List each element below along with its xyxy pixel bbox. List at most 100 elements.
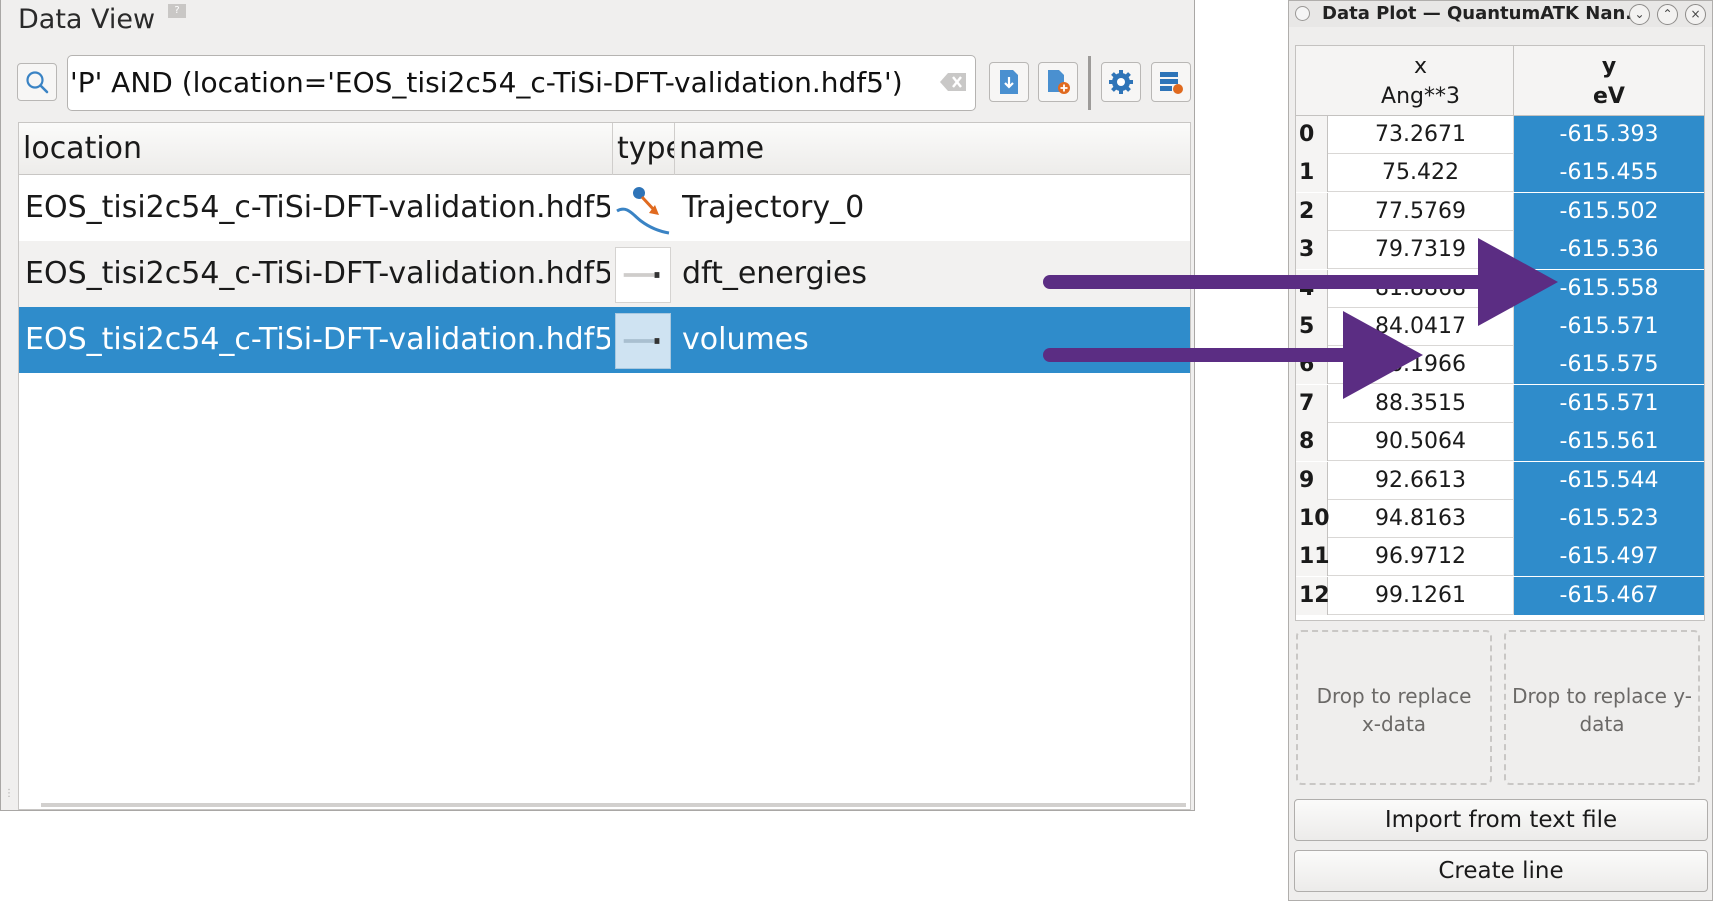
y-cell[interactable]: -615.502 <box>1514 192 1704 231</box>
table-header: location type name <box>19 123 1190 175</box>
row-index: 7 <box>1296 384 1328 423</box>
y-header-unit: eV <box>1593 84 1625 109</box>
y-header-name: y <box>1601 54 1617 79</box>
close-icon[interactable]: × <box>1685 4 1706 25</box>
x-cell[interactable]: 86.1966 <box>1328 346 1514 385</box>
row-location: EOS_tisi2c54_c-TiSi-DFT-validation.hdf5 <box>25 256 610 291</box>
y-cell[interactable]: -615.571 <box>1514 308 1704 346</box>
window-titlebar[interactable]: Data Plot — QuantumATK Nan... ⌄ ⌃ × <box>1289 1 1712 27</box>
xy-row[interactable]: 1 75.422 -615.455 <box>1296 154 1704 193</box>
import-button[interactable] <box>989 62 1029 102</box>
clear-search-icon[interactable] <box>939 70 969 94</box>
resize-grip-icon[interactable]: ⋮ <box>4 788 14 808</box>
trajectory-icon <box>616 187 670 235</box>
corner-header <box>1296 46 1328 116</box>
row-index: 1 <box>1296 154 1328 193</box>
row-index: 10 <box>1296 500 1330 538</box>
y-cell[interactable]: -615.561 <box>1514 423 1704 462</box>
x-cell[interactable]: 88.3515 <box>1328 384 1514 423</box>
minimize-icon[interactable]: ⌄ <box>1629 4 1650 25</box>
help-icon[interactable]: ? <box>168 4 186 18</box>
x-cell[interactable]: 94.8163 <box>1328 500 1514 538</box>
row-name: dft_energies <box>682 256 868 291</box>
row-index: 11 <box>1296 538 1330 577</box>
settings-button[interactable] <box>1101 62 1141 102</box>
column-header-name[interactable]: name <box>675 123 1192 175</box>
window-title: Data Plot — QuantumATK Nan... <box>1322 3 1646 24</box>
x-cell[interactable]: 77.5769 <box>1328 192 1514 231</box>
horizontal-scrollbar[interactable] <box>41 803 1186 807</box>
data-plot-window: Data Plot — QuantumATK Nan... ⌄ ⌃ × x An… <box>1288 0 1713 901</box>
row-name: volumes <box>682 322 809 357</box>
drop-x-zone[interactable]: Drop to replace x-data <box>1296 630 1492 785</box>
xy-row[interactable]: 9 92.6613 -615.544 <box>1296 461 1704 500</box>
y-cell[interactable]: -615.575 <box>1514 346 1704 385</box>
row-location: EOS_tisi2c54_c-TiSi-DFT-validation.hdf5 <box>25 322 610 357</box>
xy-row[interactable]: 2 77.5769 -615.502 <box>1296 192 1704 231</box>
x-header-unit: Ang**3 <box>1381 84 1460 109</box>
data-view-panel: Data View ? 'P' AND (location='EOS_tisi2… <box>0 0 1195 811</box>
y-cell[interactable]: -615.536 <box>1514 231 1704 270</box>
y-cell[interactable]: -615.571 <box>1514 384 1704 423</box>
search-icon <box>26 71 49 94</box>
y-cell[interactable]: -615.558 <box>1514 269 1704 308</box>
xy-data-table: x Ang**3 y eV 0 73.2671 -615.393 1 75.422 -61… <box>1295 45 1705 621</box>
x-cell[interactable]: 99.1261 <box>1328 576 1514 615</box>
create-line-button[interactable]: Create line <box>1294 850 1708 892</box>
xy-row[interactable]: 10 94.8163 -615.523 <box>1296 500 1704 538</box>
x-cell[interactable]: 92.6613 <box>1328 461 1514 500</box>
xy-row[interactable]: 12 99.1261 -615.467 <box>1296 576 1704 615</box>
x-cell[interactable]: 75.422 <box>1328 154 1514 193</box>
xy-row[interactable]: 5 84.0417 -615.571 <box>1296 308 1704 346</box>
search-button[interactable] <box>17 63 57 101</box>
columns-button[interactable] <box>1151 62 1191 102</box>
x-cell[interactable]: 84.0417 <box>1328 308 1514 346</box>
table-row[interactable]: EOS_tisi2c54_c-TiSi-DFT-validation.hdf5 … <box>19 241 1190 307</box>
window-menu-icon[interactable] <box>1295 6 1310 21</box>
row-index: 0 <box>1296 116 1328 154</box>
y-cell[interactable]: -615.455 <box>1514 154 1704 193</box>
row-index: 12 <box>1296 576 1330 615</box>
y-cell[interactable]: -615.467 <box>1514 576 1704 615</box>
search-input[interactable]: 'P' AND (location='EOS_tisi2c54_c-TiSi-D… <box>67 55 976 111</box>
y-cell[interactable]: -615.523 <box>1514 500 1704 538</box>
column-header-type[interactable]: type <box>613 123 675 175</box>
settings-icon <box>1109 70 1133 94</box>
x-cell[interactable]: 81.8868 <box>1328 269 1514 308</box>
x-cell[interactable]: 79.7319 <box>1328 231 1514 270</box>
table-row[interactable]: EOS_tisi2c54_c-TiSi-DFT-validation.hdf5 … <box>19 307 1190 373</box>
column-header-y[interactable]: y eV <box>1514 46 1704 116</box>
row-index: 6 <box>1296 346 1328 385</box>
column-header-location[interactable]: location <box>19 123 613 175</box>
table-row[interactable]: EOS_tisi2c54_c-TiSi-DFT-validation.hdf5 … <box>19 175 1190 241</box>
xy-row[interactable]: 3 79.7319 -615.536 <box>1296 231 1704 270</box>
xy-row[interactable]: 6 86.1966 -615.575 <box>1296 346 1704 385</box>
data-table: location type name EOS_tisi2c54_c-TiSi-D… <box>18 122 1191 810</box>
xy-row[interactable]: 8 90.5064 -615.561 <box>1296 423 1704 462</box>
y-cell[interactable]: -615.497 <box>1514 538 1704 577</box>
y-cell[interactable]: -615.393 <box>1514 116 1704 154</box>
x-header-name: x <box>1413 54 1428 79</box>
row-name: Trajectory_0 <box>682 190 865 225</box>
xy-row[interactable]: 11 96.9712 -615.497 <box>1296 538 1704 577</box>
import-icon <box>1000 70 1018 94</box>
row-index: 9 <box>1296 461 1328 500</box>
xy-row[interactable]: 7 88.3515 -615.571 <box>1296 384 1704 423</box>
array-icon <box>615 313 671 369</box>
xy-row[interactable]: 0 73.2671 -615.393 <box>1296 116 1704 154</box>
row-index: 4 <box>1296 269 1328 308</box>
row-index: 2 <box>1296 192 1328 231</box>
x-cell[interactable]: 96.9712 <box>1328 538 1514 577</box>
xy-row[interactable]: 4 81.8868 -615.558 <box>1296 269 1704 308</box>
row-location: EOS_tisi2c54_c-TiSi-DFT-validation.hdf5 <box>25 190 610 225</box>
x-cell[interactable]: 90.5064 <box>1328 423 1514 462</box>
new-file-button[interactable] <box>1038 62 1078 102</box>
row-index: 8 <box>1296 423 1328 462</box>
column-header-x[interactable]: x Ang**3 <box>1328 46 1514 116</box>
drop-y-zone[interactable]: Drop to replace y-data <box>1504 630 1700 785</box>
y-cell[interactable]: -615.544 <box>1514 461 1704 500</box>
import-from-text-button[interactable]: Import from text file <box>1294 799 1708 841</box>
maximize-icon[interactable]: ⌃ <box>1657 4 1678 25</box>
row-index: 5 <box>1296 308 1328 346</box>
x-cell[interactable]: 73.2671 <box>1328 116 1514 154</box>
